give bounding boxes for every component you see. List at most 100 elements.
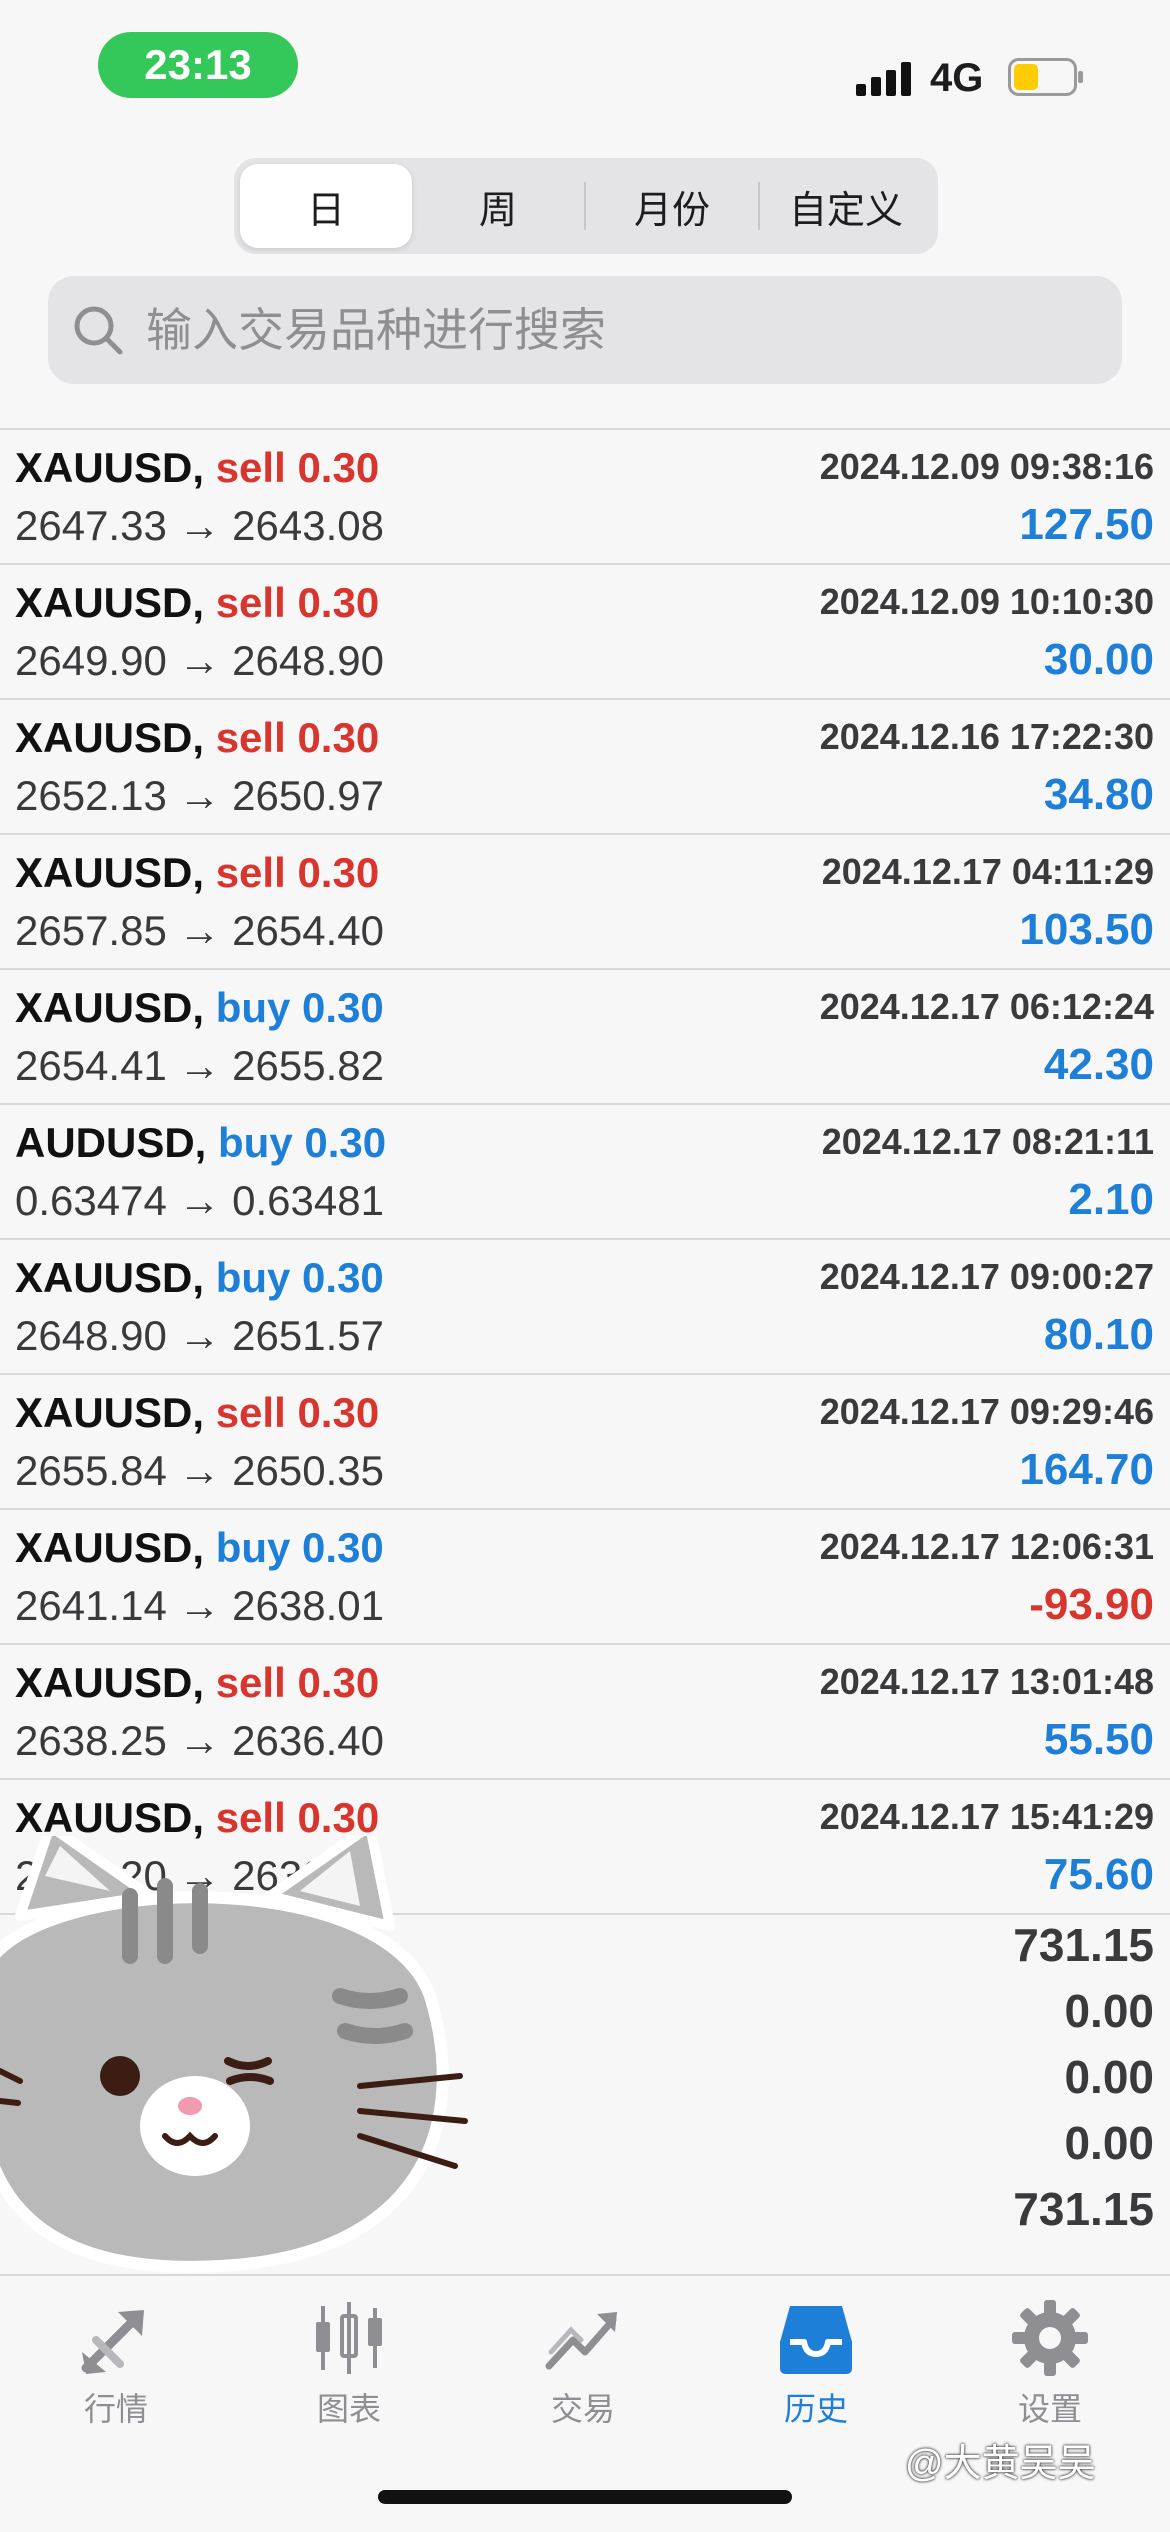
cat-sticker-image xyxy=(0,1836,468,2273)
trade-header: XAUUSD, sell 0.30 xyxy=(15,579,379,627)
trade-symbol: XAUUSD, xyxy=(15,849,205,896)
trade-symbol: XAUUSD, xyxy=(15,1659,205,1706)
tab-history[interactable]: 历史 xyxy=(726,2298,906,2448)
history-inbox-icon xyxy=(780,2306,852,2374)
trade-prices: 2648.90 → 2651.57 xyxy=(15,1312,384,1359)
candlestick-chart-icon xyxy=(316,2302,382,2374)
search-bar[interactable] xyxy=(48,276,1122,384)
trade-side: buy xyxy=(218,1119,293,1166)
trade-time: 2024.12.17 13:01:48 xyxy=(819,1661,1154,1702)
trade-symbol: XAUUSD, xyxy=(15,714,205,761)
trade-profit: 30.00 xyxy=(1043,635,1154,684)
trade-profit: -93.90 xyxy=(1029,1580,1154,1629)
tab-label: 交易 xyxy=(550,2391,615,2427)
trade-row[interactable]: XAUUSD, sell 0.30 2024.12.09 09:38:16 26… xyxy=(0,430,1170,565)
tab-charts[interactable]: 图表 xyxy=(259,2298,439,2448)
search-icon xyxy=(74,306,123,355)
trade-time: 2024.12.17 06:12:24 xyxy=(819,986,1154,1027)
trade-prices: 2654.41 → 2655.82 xyxy=(15,1042,384,1089)
trade-side: sell xyxy=(215,1794,286,1841)
trade-header: XAUUSD, buy 0.30 xyxy=(15,1254,384,1302)
period-tab-day[interactable]: 日 xyxy=(240,164,412,248)
trade-profit: 80.10 xyxy=(1043,1310,1154,1359)
trade-row[interactable]: XAUUSD, sell 0.30 2024.12.17 09:29:46 26… xyxy=(0,1375,1170,1510)
trade-row[interactable]: XAUUSD, sell 0.30 2024.12.17 04:11:29 26… xyxy=(0,835,1170,970)
trade-header: XAUUSD, sell 0.30 xyxy=(15,1794,379,1842)
tab-label: 历史 xyxy=(783,2391,848,2427)
trade-row[interactable]: XAUUSD, sell 0.30 2024.12.09 10:10:30 26… xyxy=(0,565,1170,700)
trade-lot: 0.30 xyxy=(297,849,380,896)
trade-lot: 0.30 xyxy=(302,984,384,1031)
status-time: 23:13 xyxy=(98,32,298,98)
period-tab-custom[interactable]: 自定义 xyxy=(760,164,932,248)
trade-header: XAUUSD, sell 0.30 xyxy=(15,444,379,492)
quotes-arrows-icon xyxy=(81,2310,144,2374)
trade-lot: 0.30 xyxy=(297,1389,380,1436)
trade-lot: 0.30 xyxy=(297,444,380,491)
trade-lot: 0.30 xyxy=(302,1524,384,1571)
trade-time: 2024.12.17 09:29:46 xyxy=(819,1391,1154,1432)
trade-lot: 0.30 xyxy=(297,1659,380,1706)
home-indicator[interactable] xyxy=(378,2490,792,2504)
trade-side: sell xyxy=(215,849,286,896)
tab-label: 设置 xyxy=(1017,2391,1082,2427)
trade-lot: 0.30 xyxy=(297,714,380,761)
trade-side: sell xyxy=(215,579,286,626)
trade-row[interactable]: XAUUSD, buy 0.30 2024.12.17 06:12:24 265… xyxy=(0,970,1170,1105)
tab-settings[interactable]: 设置 xyxy=(960,2298,1140,2448)
trade-time: 2024.12.17 08:21:11 xyxy=(821,1121,1154,1162)
trade-symbol: XAUUSD, xyxy=(15,444,205,491)
trade-time: 2024.12.16 17:22:30 xyxy=(819,716,1154,757)
period-tab-month[interactable]: 月份 xyxy=(586,164,758,248)
tab-label: 图表 xyxy=(316,2391,381,2427)
trade-row[interactable]: XAUUSD, buy 0.30 2024.12.17 09:00:27 264… xyxy=(0,1240,1170,1375)
trade-side: buy xyxy=(215,1524,291,1571)
trade-header: XAUUSD, buy 0.30 xyxy=(15,984,384,1032)
trade-row[interactable]: XAUUSD, buy 0.30 2024.12.17 12:06:31 264… xyxy=(0,1510,1170,1645)
search-input[interactable] xyxy=(144,302,1048,358)
trade-symbol: XAUUSD, xyxy=(15,1794,205,1841)
trade-row[interactable]: AUDUSD, buy 0.30 2024.12.17 08:21:11 0.6… xyxy=(0,1105,1170,1240)
tab-trade[interactable]: 交易 xyxy=(493,2298,673,2448)
trade-symbol: AUDUSD, xyxy=(15,1119,207,1166)
trade-profit: 127.50 xyxy=(1019,500,1154,549)
trade-history-list: XAUUSD, sell 0.30 2024.12.09 09:38:16 26… xyxy=(0,430,1170,1915)
trade-lot: 0.30 xyxy=(297,1794,380,1841)
trade-side: sell xyxy=(215,1659,286,1706)
watermark-text: @大黄吴吴 xyxy=(905,2443,1096,2485)
tab-label: 行情 xyxy=(83,2391,148,2427)
trade-header: AUDUSD, buy 0.30 xyxy=(15,1119,386,1167)
trade-time: 2024.12.17 09:00:27 xyxy=(819,1256,1154,1297)
period-tab-week[interactable]: 周 xyxy=(412,164,584,248)
trade-time: 2024.12.17 15:41:29 xyxy=(819,1796,1154,1837)
trade-header: XAUUSD, sell 0.30 xyxy=(15,1389,379,1437)
trade-profit: 2.10 xyxy=(1068,1175,1154,1224)
trade-prices: 0.63474 → 0.63481 xyxy=(15,1177,384,1224)
trade-profit: 42.30 xyxy=(1043,1040,1154,1089)
trade-row[interactable]: XAUUSD, sell 0.30 2024.12.16 17:22:30 26… xyxy=(0,700,1170,835)
trade-symbol: XAUUSD, xyxy=(15,1389,205,1436)
trade-profit: 103.50 xyxy=(1019,905,1154,954)
tab-quotes[interactable]: 行情 xyxy=(26,2298,206,2448)
trade-profit: 55.50 xyxy=(1043,1715,1154,1764)
gear-icon xyxy=(1012,2300,1088,2376)
trade-symbol: XAUUSD, xyxy=(15,984,205,1031)
trade-side: sell xyxy=(215,444,286,491)
trade-symbol: XAUUSD, xyxy=(15,1524,205,1571)
trade-prices: 2652.13 → 2650.97 xyxy=(15,772,384,819)
trade-side: buy xyxy=(215,1254,291,1301)
trade-time: 2024.12.17 04:11:29 xyxy=(821,851,1154,892)
trade-lot: 0.30 xyxy=(297,579,380,626)
trade-header: XAUUSD, sell 0.30 xyxy=(15,849,379,897)
trade-side: buy xyxy=(215,984,291,1031)
trade-time: 2024.12.17 12:06:31 xyxy=(819,1526,1154,1567)
trade-header: XAUUSD, sell 0.30 xyxy=(15,1659,379,1707)
trade-header: XAUUSD, sell 0.30 xyxy=(15,714,379,762)
trade-prices: 2641.14 → 2638.01 xyxy=(15,1582,384,1629)
trade-row[interactable]: XAUUSD, sell 0.30 2024.12.17 13:01:48 26… xyxy=(0,1645,1170,1780)
cellular-signal-icon xyxy=(856,62,911,96)
trade-side: sell xyxy=(215,714,286,761)
trade-time: 2024.12.09 10:10:30 xyxy=(819,581,1154,622)
trade-lot: 0.30 xyxy=(302,1254,384,1301)
trade-profit: 75.60 xyxy=(1043,1850,1154,1899)
